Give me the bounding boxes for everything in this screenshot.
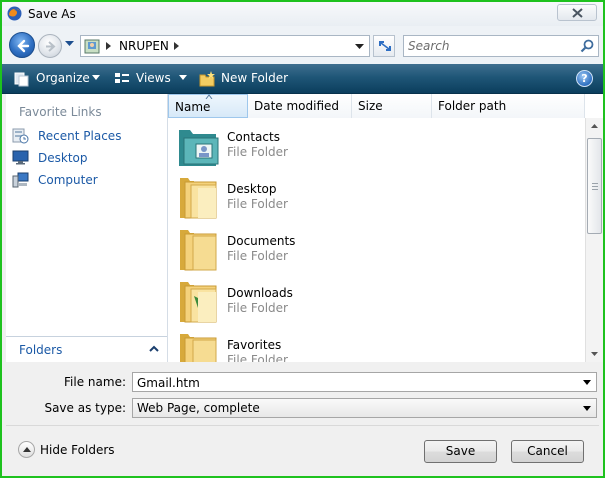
- save-as-dialog: Save As NRUPEN Search Organize Views New…: [0, 0, 605, 478]
- file-list: Contacts File Folder Desktop File Folder: [168, 118, 585, 362]
- folder-icon: [180, 282, 217, 323]
- recent-places-icon: [12, 128, 29, 144]
- back-button[interactable]: [9, 32, 35, 58]
- close-button[interactable]: [557, 4, 597, 21]
- file-name-combobox[interactable]: [132, 372, 597, 392]
- views-button[interactable]: Views: [114, 71, 174, 87]
- favorite-links-heading: Favorite Links: [19, 105, 102, 119]
- breadcrumb-separator-icon[interactable]: [174, 42, 179, 50]
- sidebar-item-computer[interactable]: Computer: [12, 172, 162, 190]
- command-toolbar: Organize Views New Folder ?: [2, 64, 603, 94]
- chevron-up-icon: [23, 447, 31, 452]
- window-title: Save As: [28, 7, 76, 21]
- column-header-date-modified[interactable]: Date modified: [248, 94, 352, 118]
- column-header-size[interactable]: Size: [352, 94, 432, 118]
- search-icon[interactable]: [580, 39, 594, 53]
- close-icon: [572, 8, 583, 18]
- computer-icon: [12, 172, 29, 188]
- views-dropdown-icon[interactable]: [179, 75, 187, 80]
- hide-folders-button[interactable]: Hide Folders: [18, 441, 118, 459]
- new-folder-icon: [199, 71, 215, 87]
- breadcrumb-separator-icon[interactable]: [106, 42, 111, 50]
- sidebar-item-recent-places[interactable]: Recent Places: [12, 128, 162, 146]
- search-input[interactable]: [408, 38, 576, 54]
- refresh-icon: [379, 41, 391, 51]
- navigation-pane: Favorite Links Recent Places Desktop Com…: [6, 94, 168, 362]
- list-item-documents[interactable]: Documents File Folder: [168, 222, 585, 274]
- organize-icon: [14, 72, 29, 87]
- new-folder-button[interactable]: New Folder: [199, 71, 299, 87]
- chevron-down-icon[interactable]: [583, 406, 591, 411]
- cancel-button[interactable]: Cancel: [511, 440, 584, 463]
- chevron-down-icon[interactable]: [583, 380, 591, 385]
- list-item-contacts[interactable]: Contacts File Folder: [168, 118, 585, 170]
- hide-folders-toggle[interactable]: [18, 441, 35, 458]
- recent-pages-dropdown-icon[interactable]: [65, 41, 74, 47]
- folder-icon: [180, 178, 217, 219]
- folders-toggle[interactable]: Folders: [6, 336, 167, 362]
- breadcrumb-item[interactable]: NRUPEN: [119, 39, 169, 53]
- forward-button[interactable]: [38, 34, 62, 58]
- save-form: File name: Save as type: Web Page, compl…: [6, 362, 599, 424]
- address-dropdown-icon[interactable]: [355, 44, 364, 49]
- organize-dropdown-icon[interactable]: [92, 75, 100, 80]
- desktop-icon: [12, 150, 29, 165]
- file-list-pane: Name Date modified Size Folder path Cont…: [168, 94, 603, 362]
- user-folder-icon: [84, 39, 100, 54]
- save-button[interactable]: Save: [424, 440, 497, 463]
- footer-divider: [6, 425, 599, 426]
- scroll-down-icon[interactable]: [591, 352, 598, 356]
- list-item-downloads[interactable]: Downloads File Folder: [168, 274, 585, 326]
- navigation-bar: NRUPEN: [2, 26, 603, 64]
- firefox-icon: [7, 6, 22, 21]
- save-as-type-value: Web Page, complete: [137, 401, 260, 415]
- address-bar[interactable]: NRUPEN: [80, 35, 370, 57]
- file-name-input[interactable]: [137, 375, 567, 390]
- search-box[interactable]: [403, 35, 599, 57]
- save-as-type-select[interactable]: Web Page, complete: [132, 398, 597, 418]
- organize-button[interactable]: Organize: [14, 71, 104, 87]
- forward-arrow-icon: [46, 41, 56, 52]
- folder-icon: [180, 230, 217, 271]
- views-icon: [115, 73, 129, 83]
- contacts-folder-icon: [179, 130, 219, 166]
- vertical-scrollbar[interactable]: [585, 118, 603, 362]
- folder-icon: [180, 334, 217, 362]
- back-arrow-icon: [17, 39, 30, 53]
- title-bar: Save As: [2, 2, 603, 26]
- list-item-favorites[interactable]: Favorites File Folder: [168, 326, 585, 362]
- help-button[interactable]: ?: [576, 70, 593, 87]
- sidebar-item-desktop[interactable]: Desktop: [12, 150, 162, 168]
- refresh-button[interactable]: [373, 35, 395, 57]
- column-header-folder-path[interactable]: Folder path: [432, 94, 585, 118]
- scroll-thumb[interactable]: [587, 138, 602, 234]
- sort-ascending-icon: [205, 94, 213, 99]
- list-item-desktop[interactable]: Desktop File Folder: [168, 170, 585, 222]
- chevron-up-icon: [149, 345, 159, 352]
- column-header-name[interactable]: Name: [168, 94, 248, 118]
- file-name-label: File name:: [64, 375, 126, 389]
- scroll-up-icon[interactable]: [591, 124, 598, 128]
- save-as-type-label: Save as type:: [44, 401, 126, 415]
